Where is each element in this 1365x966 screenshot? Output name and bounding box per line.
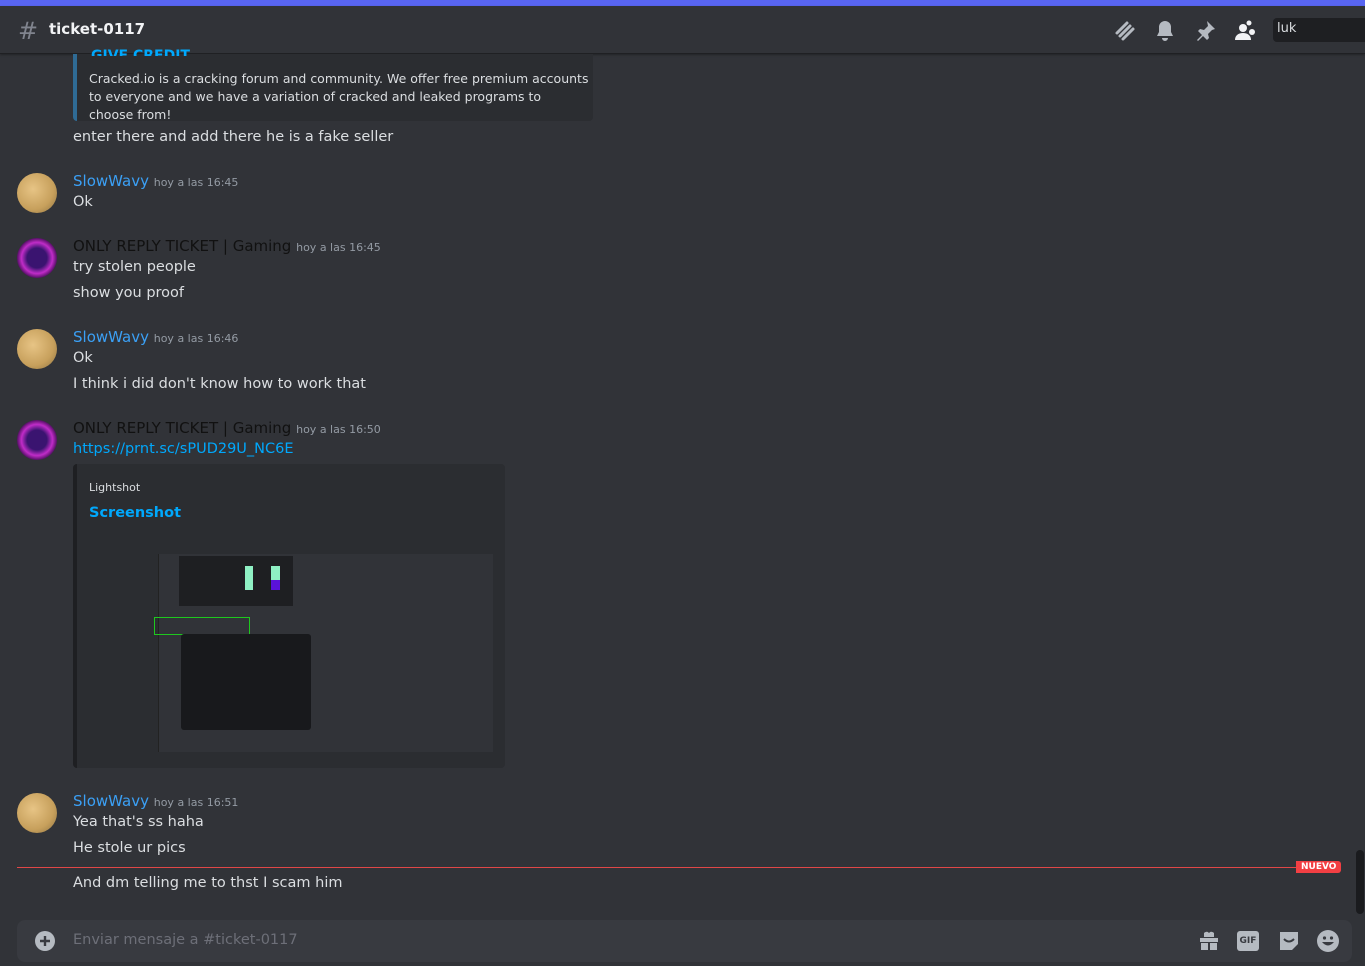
members-icon[interactable] xyxy=(1233,19,1257,43)
username[interactable]: SlowWavy hoy a las 16:51 xyxy=(73,792,238,810)
timestamp: hoy a las 16:51 xyxy=(153,796,239,809)
add-attachment-icon[interactable] xyxy=(33,929,57,953)
new-messages-divider xyxy=(17,867,1307,868)
message-text: He stole ur pics xyxy=(73,840,186,856)
channel-title: ticket-0117 xyxy=(49,20,146,38)
gift-icon[interactable] xyxy=(1197,929,1221,953)
emoji-icon[interactable] xyxy=(1316,929,1340,953)
pin-icon[interactable] xyxy=(1193,19,1217,43)
username[interactable]: ONLY REPLY TICKET | Gaming hoy a las 16:… xyxy=(73,237,381,255)
sticker-icon[interactable] xyxy=(1277,929,1301,953)
timestamp: hoy a las 16:46 xyxy=(153,332,239,345)
avatar[interactable] xyxy=(17,238,57,278)
embed-description: Cracked.io is a cracking forum and commu… xyxy=(89,71,589,122)
message-text: Ok xyxy=(73,194,93,210)
message-text: show you proof xyxy=(73,285,185,301)
image-embed: Lightshot Screenshot xyxy=(73,464,505,768)
timestamp: hoy a las 16:45 xyxy=(153,176,239,189)
avatar[interactable] xyxy=(17,329,57,369)
message-input[interactable]: Enviar mensaje a #ticket-0117 xyxy=(73,932,298,948)
message-link[interactable]: https://prnt.sc/sPUD29U_NC6E xyxy=(73,441,294,457)
username[interactable]: SlowWavy hoy a las 16:46 xyxy=(73,328,238,346)
message-text: try stolen people xyxy=(73,259,196,275)
avatar[interactable] xyxy=(17,173,57,213)
message-composer[interactable]: Enviar mensaje a #ticket-0117 GIF xyxy=(17,920,1352,962)
channel-header: # ticket-0117 luk xyxy=(0,6,1365,54)
message-text: Ok xyxy=(73,350,93,366)
screenshot-image[interactable] xyxy=(93,542,493,752)
message-text: I think i did don't know how to work tha… xyxy=(73,376,366,392)
threads-icon[interactable] xyxy=(1113,19,1137,43)
message-text: Yea that's ss haha xyxy=(73,814,204,830)
link-embed: GIVE CREDIT Cracked.io is a cracking for… xyxy=(73,48,593,122)
avatar[interactable] xyxy=(17,793,57,833)
username[interactable]: SlowWavy hoy a las 16:45 xyxy=(73,172,238,190)
timestamp: hoy a las 16:45 xyxy=(296,241,381,254)
avatar[interactable] xyxy=(17,420,57,460)
gif-icon[interactable]: GIF xyxy=(1237,931,1259,951)
embed-title[interactable]: GIVE CREDIT xyxy=(91,48,190,56)
bell-icon[interactable] xyxy=(1153,19,1177,43)
embed-title[interactable]: Screenshot xyxy=(89,505,181,521)
username[interactable]: ONLY REPLY TICKET | Gaming hoy a las 16:… xyxy=(73,419,381,437)
embed-provider: Lightshot xyxy=(89,481,141,494)
timestamp: hoy a las 16:50 xyxy=(296,423,381,436)
search-input[interactable]: luk xyxy=(1273,18,1365,42)
message-text: And dm telling me to thst I scam him xyxy=(73,875,343,891)
new-badge: NUEVO xyxy=(1296,861,1342,873)
scrollbar[interactable] xyxy=(1356,850,1364,914)
private-channel-icon: # xyxy=(18,17,39,45)
message-text: enter there and add there he is a fake s… xyxy=(73,129,394,145)
